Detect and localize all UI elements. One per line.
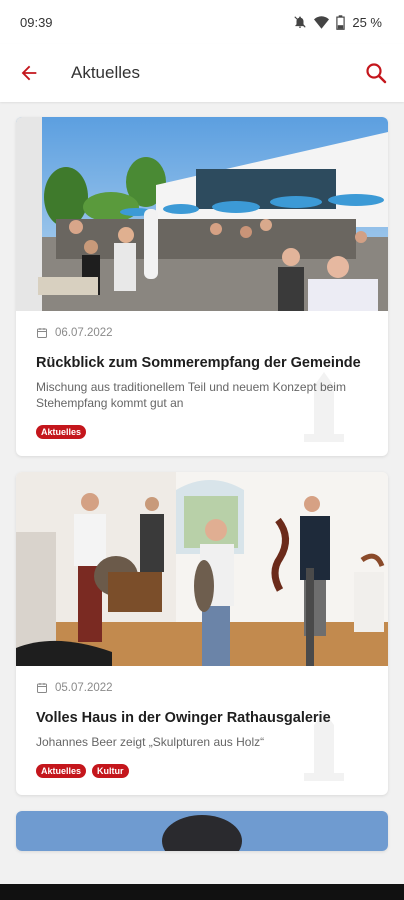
news-card[interactable]: 05.07.2022 Volles Haus in der Owinger Ra…	[16, 472, 388, 795]
calendar-icon	[37, 683, 47, 693]
news-feed: 06.07.2022 Rückblick zum Sommerempfang d…	[0, 102, 404, 851]
tag-aktuelles[interactable]: Aktuelles	[36, 764, 87, 778]
news-card[interactable]	[16, 811, 388, 851]
system-nav-bar	[0, 884, 404, 900]
news-image-reception	[16, 117, 388, 311]
news-date: 05.07.2022	[55, 682, 113, 694]
status-icons: 25 %	[293, 15, 382, 30]
arrow-left-icon[interactable]	[18, 62, 40, 84]
status-bar: 09:39 25 %	[0, 0, 404, 44]
tag-kultur[interactable]: Kultur	[92, 764, 129, 778]
news-image-partial	[16, 811, 388, 851]
wifi-icon	[314, 15, 330, 29]
battery-icon	[336, 14, 346, 30]
mute-icon	[294, 16, 307, 28]
calendar-icon	[37, 328, 47, 338]
news-card[interactable]: 06.07.2022 Rückblick zum Sommerempfang d…	[16, 117, 388, 456]
battery-percentage: 25 %	[352, 14, 382, 30]
tag-aktuelles[interactable]: Aktuelles	[36, 425, 87, 439]
tower-watermark-icon	[304, 711, 344, 781]
tower-watermark-icon	[304, 372, 344, 442]
news-date: 06.07.2022	[55, 327, 113, 339]
page-title: Aktuelles	[71, 63, 140, 82]
news-card-body: 05.07.2022 Volles Haus in der Owinger Ra…	[16, 666, 388, 795]
date-row: 05.07.2022	[36, 682, 368, 694]
news-title: Rückblick zum Sommerempfang der Gemeinde	[36, 355, 361, 371]
news-image-gallery	[16, 472, 388, 666]
status-time: 09:39	[20, 14, 53, 30]
search-icon[interactable]	[364, 61, 388, 85]
date-row: 06.07.2022	[36, 327, 368, 339]
news-card-body: 06.07.2022 Rückblick zum Sommerempfang d…	[16, 311, 388, 456]
app-bar: Aktuelles	[0, 44, 404, 102]
